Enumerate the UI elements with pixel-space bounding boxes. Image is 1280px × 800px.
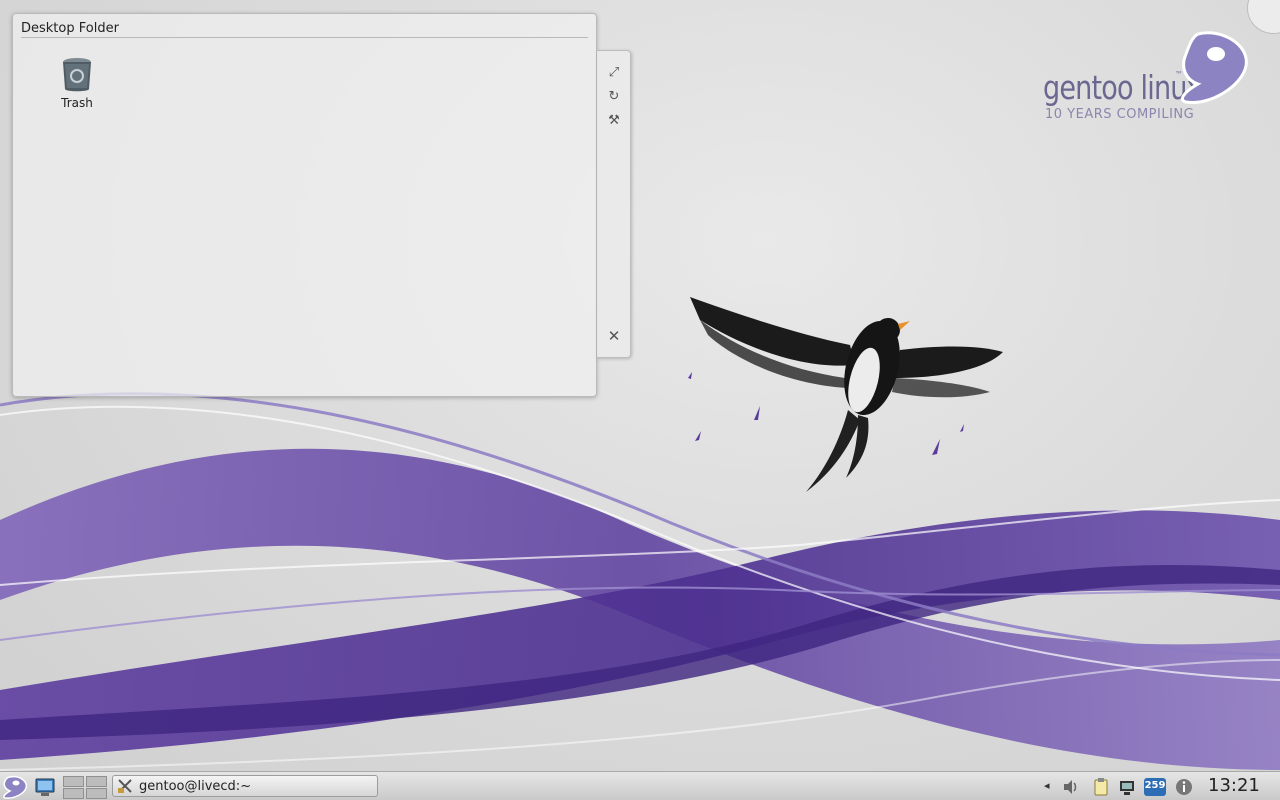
close-icon[interactable]: ✕	[606, 328, 622, 344]
desktop[interactable]: gentoo linux ™ 10 YEARS COMPILING Deskto…	[0, 0, 1280, 800]
application-launcher-button[interactable]	[2, 775, 28, 799]
trash-icon	[63, 58, 91, 92]
info-icon[interactable]	[1174, 777, 1194, 797]
trash-item[interactable]: Trash	[53, 56, 101, 118]
update-notifier-icon[interactable]: 259	[1143, 777, 1167, 797]
gentoo-logo: gentoo linux ™ 10 YEARS COMPILING	[1040, 30, 1255, 130]
desktop-folder-widget: Desktop Folder Trash	[12, 13, 597, 397]
task-label: gentoo@livecd:~	[139, 778, 252, 794]
logo-tagline: 10 YEARS COMPILING	[1045, 107, 1195, 122]
update-count-badge: 259	[1144, 780, 1166, 791]
pager-column-right	[86, 776, 107, 799]
rotate-icon[interactable]: ↻	[606, 88, 622, 104]
pager-desktop-3[interactable]	[63, 788, 84, 799]
pager-column-left	[63, 776, 84, 799]
title-divider	[21, 37, 588, 38]
pager-desktop-4[interactable]	[86, 788, 107, 799]
resize-icon[interactable]: ⤢	[606, 64, 622, 80]
settings-wrench-icon[interactable]: ⚒	[606, 112, 622, 128]
panel-clock[interactable]: 13:21	[1208, 775, 1260, 796]
folder-title: Desktop Folder	[21, 21, 119, 36]
tray-expand-arrow[interactable]: ◂	[1044, 779, 1050, 792]
computer-icon	[35, 778, 55, 796]
network-icon[interactable]	[1118, 777, 1138, 797]
gentoo-g-icon	[1181, 31, 1248, 105]
gentoo-launcher-icon	[3, 775, 28, 799]
applet-handle[interactable]: ⤢ ↻ ⚒ ✕	[597, 50, 631, 358]
terminal-icon	[118, 779, 132, 793]
file-manager-launcher[interactable]	[34, 776, 56, 798]
trash-label: Trash	[61, 96, 93, 110]
pager-desktop-2[interactable]	[86, 776, 107, 787]
swallow-illustration	[688, 297, 1003, 492]
task-terminal[interactable]: gentoo@livecd:~	[112, 775, 378, 797]
volume-icon[interactable]	[1061, 777, 1081, 797]
clipboard-icon[interactable]	[1091, 777, 1111, 797]
virtual-desktop-pager[interactable]	[63, 776, 107, 799]
pager-desktop-1[interactable]	[63, 776, 84, 787]
taskbar-panel: gentoo@livecd:~ ◂ 259 13:21	[0, 771, 1280, 800]
